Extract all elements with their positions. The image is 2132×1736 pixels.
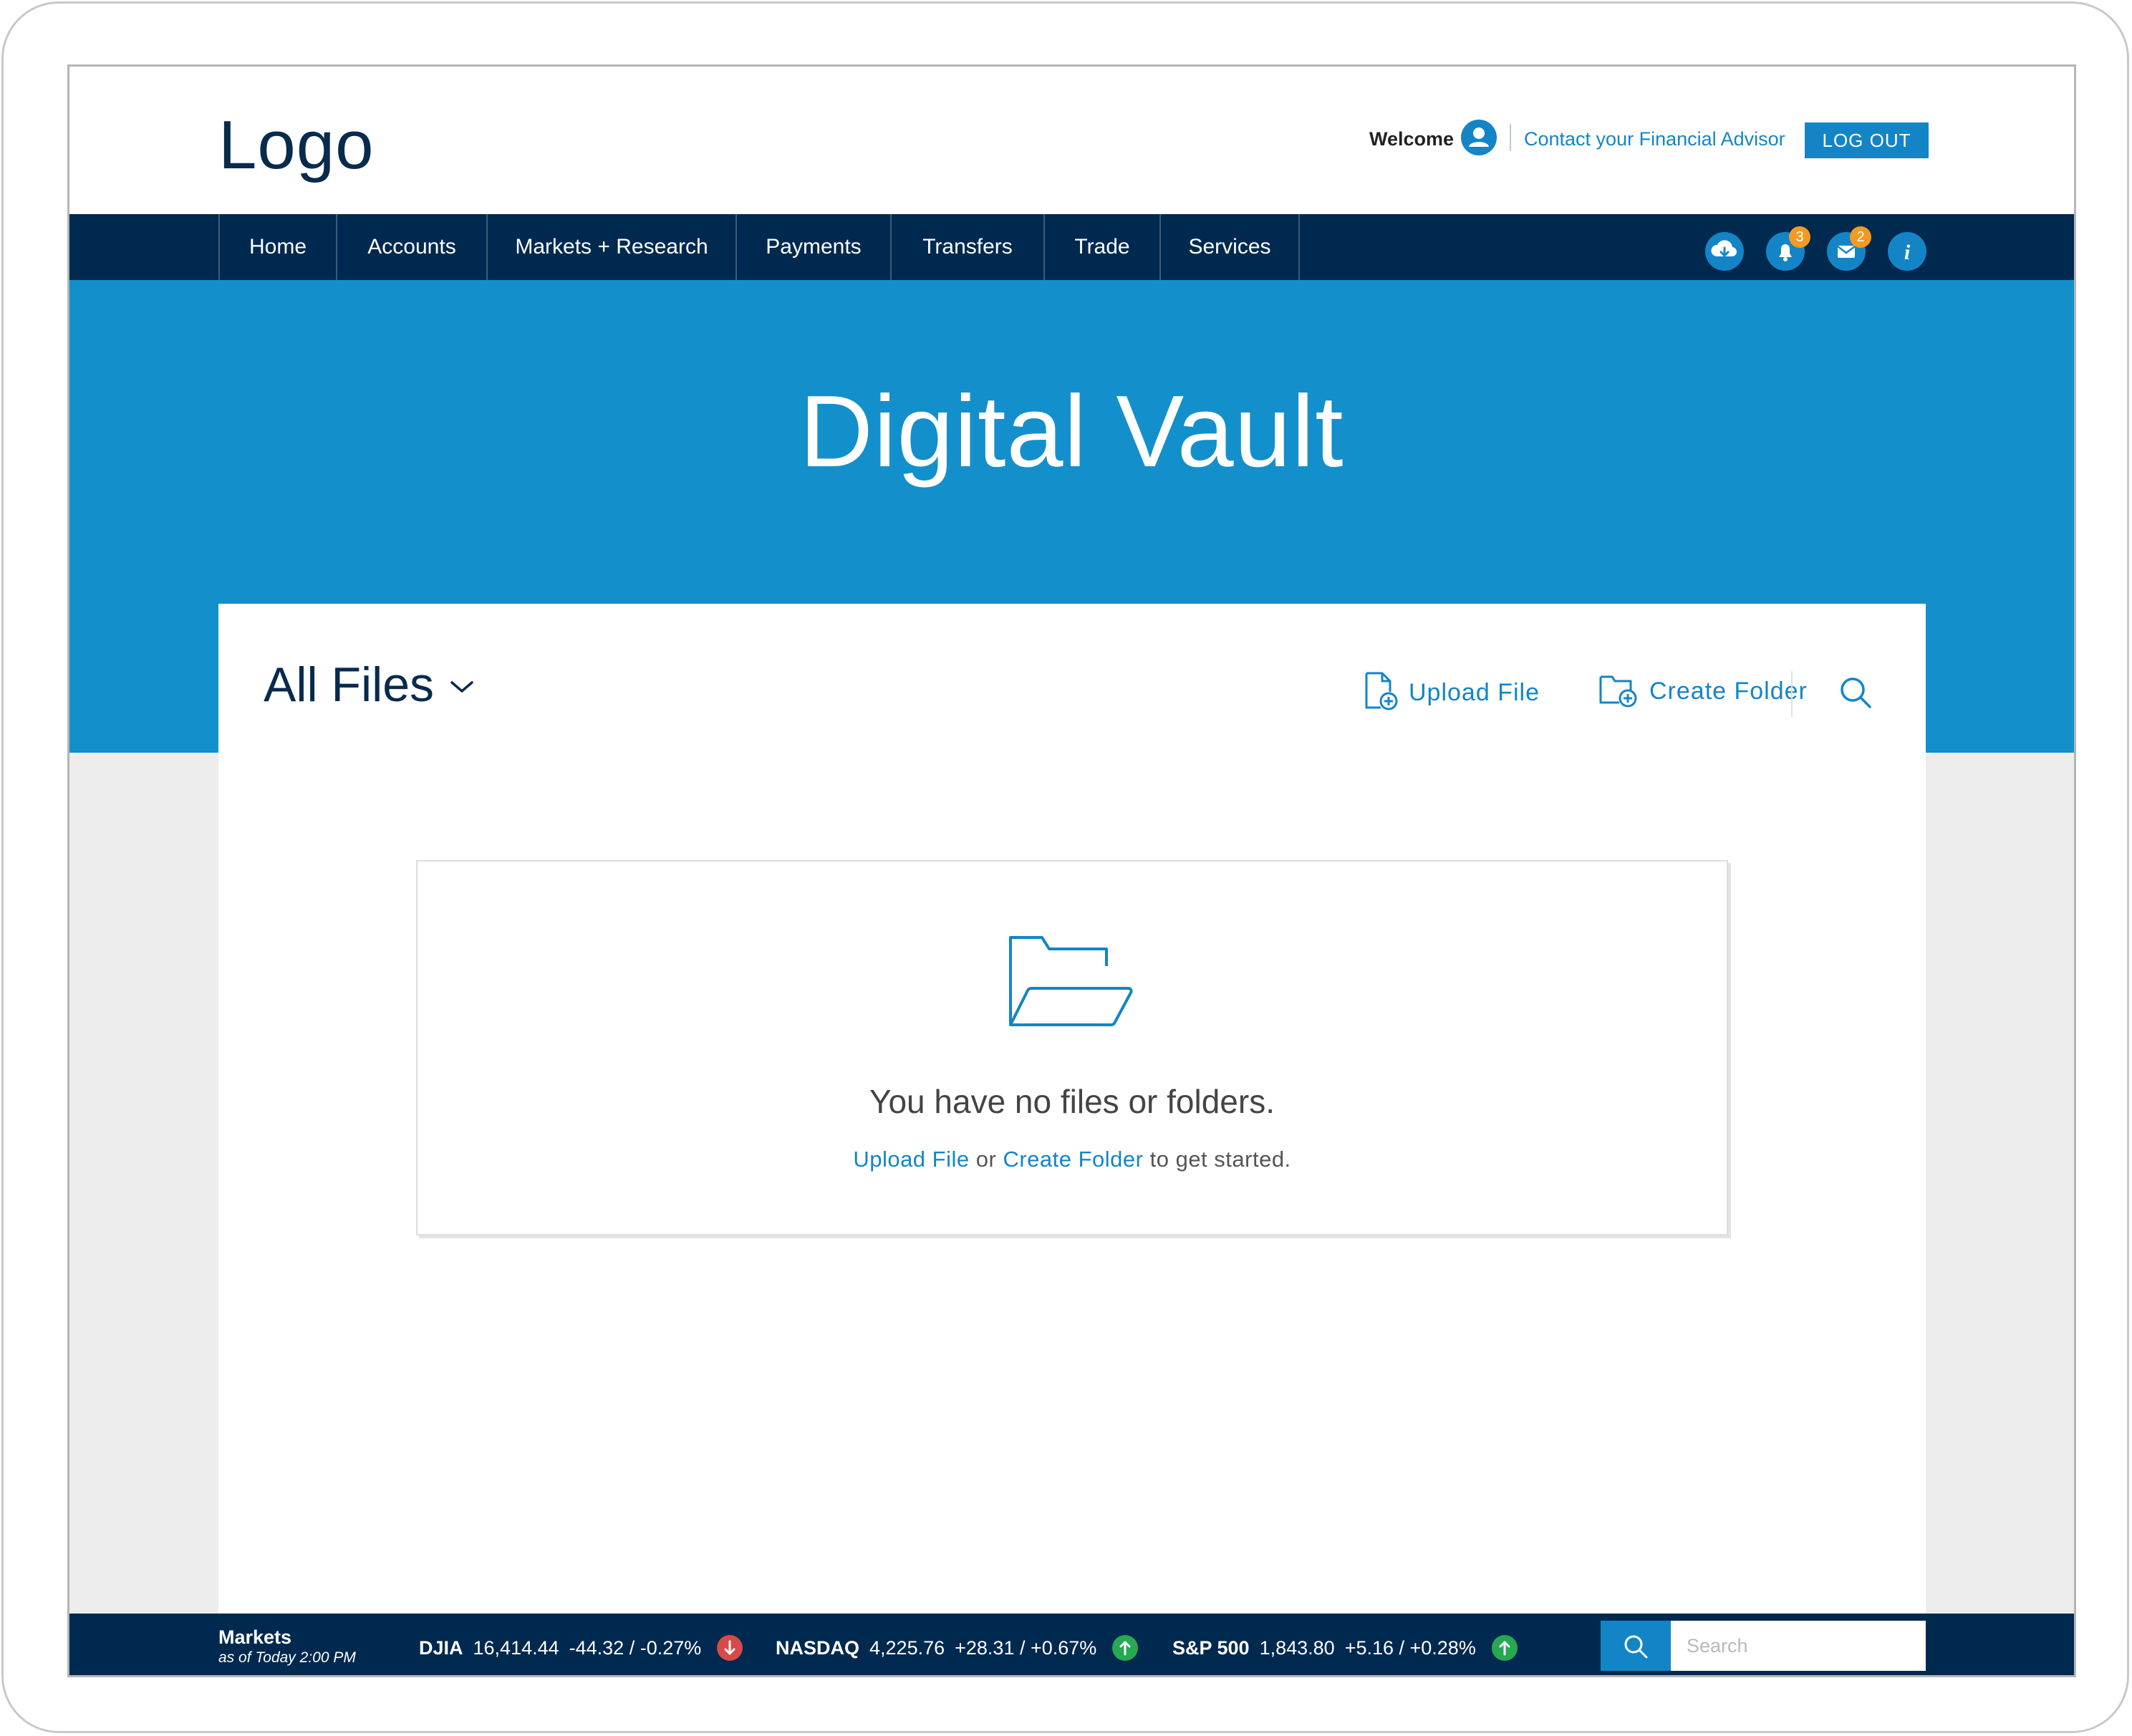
open-folder-icon xyxy=(1006,933,1135,1030)
bell-icon[interactable]: 3 xyxy=(1766,226,1810,271)
ticker-value: 1,843.80 xyxy=(1259,1636,1335,1659)
ticker-change: +28.31 / +0.67% xyxy=(955,1636,1097,1659)
upload-file-icon xyxy=(1363,671,1399,715)
create-folder-icon xyxy=(1598,671,1639,712)
top-header: Logo Welcome Contact your Financial Advi… xyxy=(69,67,2074,214)
arrow-up-icon xyxy=(1491,1635,1518,1661)
header-divider xyxy=(1510,124,1511,151)
files-panel: All Files Upload File Create Folder You … xyxy=(218,604,1926,1675)
empty-message: You have no files or folders. xyxy=(869,1083,1275,1120)
create-folder-button[interactable]: Create Folder xyxy=(1598,671,1808,712)
nav-item-markets-research[interactable]: Markets + Research xyxy=(488,214,737,280)
contact-advisor-link[interactable]: Contact your Financial Advisor xyxy=(1524,128,1785,150)
device-frame: Logo Welcome Contact your Financial Advi… xyxy=(1,1,2129,1733)
search-icon[interactable] xyxy=(1838,675,1873,713)
empty-hint-or: or xyxy=(975,1147,997,1172)
empty-hint-suffix: to get started. xyxy=(1149,1147,1291,1172)
ticker-value: 16,414.44 xyxy=(473,1636,559,1659)
create-folder-label: Create Folder xyxy=(1649,677,1808,705)
arrow-up-icon xyxy=(1112,1635,1139,1661)
nav-item-transfers[interactable]: Transfers xyxy=(892,214,1045,280)
ticker-value: 4,225.76 xyxy=(869,1636,945,1659)
market-search-input[interactable] xyxy=(1671,1621,1926,1671)
upload-file-label: Upload File xyxy=(1409,679,1540,706)
all-files-dropdown[interactable]: All Files xyxy=(264,657,474,713)
nav-item-services[interactable]: Services xyxy=(1161,214,1300,280)
upload-file-link[interactable]: Upload File xyxy=(853,1147,969,1172)
empty-hint: Upload File or Create Folder to get star… xyxy=(418,1147,1727,1172)
arrow-down-icon xyxy=(717,1635,743,1661)
market-search xyxy=(1601,1621,1926,1671)
ticker-name: S&P 500 xyxy=(1172,1636,1250,1659)
upload-file-button[interactable]: Upload File xyxy=(1363,671,1540,715)
empty-state: You have no files or folders. Upload Fil… xyxy=(416,860,1728,1235)
files-title: All Files xyxy=(264,657,435,712)
chevron-down-icon xyxy=(450,680,474,698)
nav-item-home[interactable]: Home xyxy=(220,214,337,280)
ticker-name: DJIA xyxy=(419,1636,463,1659)
page-title: Digital Vault xyxy=(799,375,1344,488)
ticker-djia: DJIA 16,414.44 -44.32 / -0.27% xyxy=(419,1635,743,1661)
ticker-nasdaq: NASDAQ 4,225.76 +28.31 / +0.67% xyxy=(776,1635,1139,1661)
nav-item-trade[interactable]: Trade xyxy=(1045,214,1161,280)
toolbar-divider xyxy=(1791,671,1793,717)
market-ticker: Markets as of Today 2:00 PM DJIA 16,414.… xyxy=(69,1614,2074,1675)
nav-item-accounts[interactable]: Accounts xyxy=(337,214,488,280)
notification-badge: 3 xyxy=(1789,226,1810,248)
markets-title: Markets xyxy=(218,1626,292,1648)
logo: Logo xyxy=(218,107,375,183)
main-nav: Home Accounts Markets + Research Payment… xyxy=(69,214,2074,280)
markets-timestamp: as of Today 2:00 PM xyxy=(218,1649,356,1666)
logout-button[interactable]: LOG OUT xyxy=(1805,122,1929,158)
market-search-button[interactable] xyxy=(1601,1621,1671,1671)
ticker-sp500: S&P 500 1,843.80 +5.16 / +0.28% xyxy=(1172,1635,1518,1661)
app-screen: Logo Welcome Contact your Financial Advi… xyxy=(67,64,2076,1677)
nav-items: Home Accounts Markets + Research Payment… xyxy=(218,214,1300,280)
svg-text:i: i xyxy=(1904,241,1911,264)
nav-item-payments[interactable]: Payments xyxy=(737,214,892,280)
welcome-text: Welcome xyxy=(1369,128,1455,150)
ticker-change: -44.32 / -0.27% xyxy=(569,1636,702,1659)
cloud-download-icon[interactable] xyxy=(1705,232,1744,271)
user-icon[interactable] xyxy=(1461,120,1497,155)
create-folder-link[interactable]: Create Folder xyxy=(1003,1147,1143,1172)
mail-icon[interactable]: 2 xyxy=(1827,226,1871,271)
ticker-change: +5.16 / +0.28% xyxy=(1344,1636,1476,1659)
info-icon[interactable]: i xyxy=(1888,232,1926,271)
message-badge: 2 xyxy=(1850,226,1871,248)
ticker-name: NASDAQ xyxy=(776,1636,860,1659)
